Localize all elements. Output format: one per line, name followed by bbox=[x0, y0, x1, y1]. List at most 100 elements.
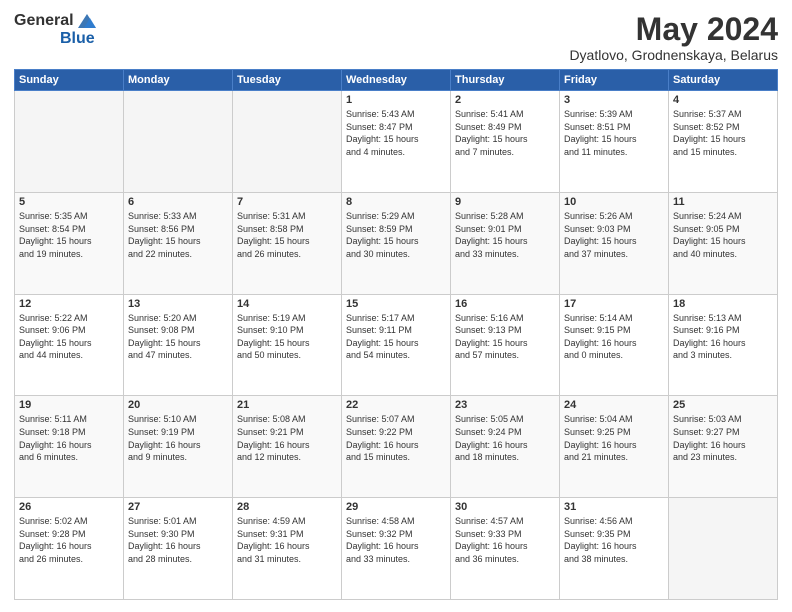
weekday-header: Tuesday bbox=[233, 70, 342, 91]
calendar-day-cell: 9Sunrise: 5:28 AM Sunset: 9:01 PM Daylig… bbox=[451, 192, 560, 294]
day-info: Sunrise: 5:22 AM Sunset: 9:06 PM Dayligh… bbox=[19, 312, 119, 362]
logo-text: General bbox=[14, 12, 98, 30]
calendar-day-cell: 27 Sunrise: 5:01 AM Sunset: 9:30 PM Dayli… bbox=[124, 498, 233, 600]
weekday-header: Thursday bbox=[451, 70, 560, 91]
day-info: Sunrise: 5:37 AM Sunset: 8:52 PM Dayligh… bbox=[673, 108, 773, 158]
calendar-week-row: 1Sunrise: 5:43 AM Sunset: 8:47 PM Daylig… bbox=[15, 91, 778, 193]
day-info: Sunrise: 5:41 AM Sunset: 8:49 PM Dayligh… bbox=[455, 108, 555, 158]
day-info: Sunrise: 4:56 AM Sunset: 9:35 PM Dayligh… bbox=[564, 515, 664, 565]
day-number: 3 bbox=[564, 94, 664, 106]
day-number: 7 bbox=[237, 196, 337, 208]
day-number: 16 bbox=[455, 298, 555, 310]
day-number: 1 bbox=[346, 94, 446, 106]
calendar-day-cell: 26 Sunrise: 5:02 AM Sunset: 9:28 PM Dayli… bbox=[15, 498, 124, 600]
day-number: 30 bbox=[455, 501, 555, 513]
calendar-day-cell: 18 Sunrise: 5:13 AM Sunset: 9:16 PM Dayli… bbox=[669, 294, 778, 396]
day-info: Sunrise: 5:01 AM Sunset: 9:30 PM Dayligh… bbox=[128, 515, 228, 565]
weekday-header: Sunday bbox=[15, 70, 124, 91]
day-number: 19 bbox=[19, 399, 119, 411]
day-number: 26 bbox=[19, 501, 119, 513]
calendar-day-cell: 15 Sunrise: 5:17 AM Sunset: 9:11 PM Dayli… bbox=[342, 294, 451, 396]
weekday-header: Saturday bbox=[669, 70, 778, 91]
calendar-day-cell: 10 Sunrise: 5:26 AM Sunset: 9:03 PM Dayli… bbox=[560, 192, 669, 294]
day-number: 18 bbox=[673, 298, 773, 310]
calendar-day-cell bbox=[669, 498, 778, 600]
day-number: 4 bbox=[673, 94, 773, 106]
day-number: 12 bbox=[19, 298, 119, 310]
day-number: 10 bbox=[564, 196, 664, 208]
calendar-week-row: 5Sunrise: 5:35 AM Sunset: 8:54 PM Daylig… bbox=[15, 192, 778, 294]
day-info: Sunrise: 5:17 AM Sunset: 9:11 PM Dayligh… bbox=[346, 312, 446, 362]
weekday-header: Wednesday bbox=[342, 70, 451, 91]
day-number: 14 bbox=[237, 298, 337, 310]
calendar-day-cell: 23Sunrise: 5:05 AM Sunset: 9:24 PM Dayli… bbox=[451, 396, 560, 498]
title-block: May 2024 Dyatlovo, Grodnenskaya, Belarus bbox=[569, 12, 778, 63]
day-info: Sunrise: 5:31 AM Sunset: 8:58 PM Dayligh… bbox=[237, 210, 337, 260]
day-info: Sunrise: 5:02 AM Sunset: 9:28 PM Dayligh… bbox=[19, 515, 119, 565]
calendar-day-cell: 28Sunrise: 4:59 AM Sunset: 9:31 PM Dayli… bbox=[233, 498, 342, 600]
calendar-header-row: SundayMondayTuesdayWednesdayThursdayFrid… bbox=[15, 70, 778, 91]
day-number: 20 bbox=[128, 399, 228, 411]
calendar-day-cell: 7 Sunrise: 5:31 AM Sunset: 8:58 PM Daylig… bbox=[233, 192, 342, 294]
day-number: 31 bbox=[564, 501, 664, 513]
logo: General Blue bbox=[14, 12, 98, 48]
calendar-day-cell: 2Sunrise: 5:41 AM Sunset: 8:49 PM Daylig… bbox=[451, 91, 560, 193]
day-number: 21 bbox=[237, 399, 337, 411]
day-number: 6 bbox=[128, 196, 228, 208]
day-info: Sunrise: 5:16 AM Sunset: 9:13 PM Dayligh… bbox=[455, 312, 555, 362]
calendar-day-cell: 20 Sunrise: 5:10 AM Sunset: 9:19 PM Dayli… bbox=[124, 396, 233, 498]
day-number: 29 bbox=[346, 501, 446, 513]
calendar-day-cell: 22 Sunrise: 5:07 AM Sunset: 9:22 PM Dayli… bbox=[342, 396, 451, 498]
day-number: 15 bbox=[346, 298, 446, 310]
calendar-day-cell: 24Sunrise: 5:04 AM Sunset: 9:25 PM Dayli… bbox=[560, 396, 669, 498]
day-number: 24 bbox=[564, 399, 664, 411]
calendar-week-row: 26 Sunrise: 5:02 AM Sunset: 9:28 PM Dayli… bbox=[15, 498, 778, 600]
header: General Blue May 2024 Dyatlovo, Grodnens… bbox=[14, 12, 778, 63]
calendar-day-cell: 6 Sunrise: 5:33 AM Sunset: 8:56 PM Daylig… bbox=[124, 192, 233, 294]
day-info: Sunrise: 5:08 AM Sunset: 9:21 PM Dayligh… bbox=[237, 413, 337, 463]
location: Dyatlovo, Grodnenskaya, Belarus bbox=[569, 47, 778, 63]
day-number: 5 bbox=[19, 196, 119, 208]
calendar-week-row: 19 Sunrise: 5:11 AM Sunset: 9:18 PM Dayli… bbox=[15, 396, 778, 498]
day-number: 22 bbox=[346, 399, 446, 411]
day-number: 11 bbox=[673, 196, 773, 208]
day-info: Sunrise: 5:24 AM Sunset: 9:05 PM Dayligh… bbox=[673, 210, 773, 260]
day-number: 9 bbox=[455, 196, 555, 208]
day-number: 25 bbox=[673, 399, 773, 411]
calendar-day-cell bbox=[233, 91, 342, 193]
day-info: Sunrise: 5:33 AM Sunset: 8:56 PM Dayligh… bbox=[128, 210, 228, 260]
calendar-day-cell: 12 Sunrise: 5:22 AM Sunset: 9:06 PM Dayli… bbox=[15, 294, 124, 396]
day-info: Sunrise: 4:57 AM Sunset: 9:33 PM Dayligh… bbox=[455, 515, 555, 565]
day-info: Sunrise: 5:10 AM Sunset: 9:19 PM Dayligh… bbox=[128, 413, 228, 463]
calendar-day-cell: 4 Sunrise: 5:37 AM Sunset: 8:52 PM Daylig… bbox=[669, 91, 778, 193]
calendar-day-cell: 3Sunrise: 5:39 AM Sunset: 8:51 PM Daylig… bbox=[560, 91, 669, 193]
calendar-day-cell: 21 Sunrise: 5:08 AM Sunset: 9:21 PM Dayli… bbox=[233, 396, 342, 498]
day-number: 17 bbox=[564, 298, 664, 310]
month-title: May 2024 bbox=[569, 12, 778, 47]
day-info: Sunrise: 5:07 AM Sunset: 9:22 PM Dayligh… bbox=[346, 413, 446, 463]
day-number: 27 bbox=[128, 501, 228, 513]
weekday-header: Friday bbox=[560, 70, 669, 91]
day-info: Sunrise: 5:13 AM Sunset: 9:16 PM Dayligh… bbox=[673, 312, 773, 362]
logo-general: General bbox=[14, 12, 74, 30]
calendar-day-cell bbox=[124, 91, 233, 193]
calendar-day-cell: 25 Sunrise: 5:03 AM Sunset: 9:27 PM Dayli… bbox=[669, 396, 778, 498]
day-number: 8 bbox=[346, 196, 446, 208]
calendar-day-cell: 13Sunrise: 5:20 AM Sunset: 9:08 PM Dayli… bbox=[124, 294, 233, 396]
calendar-day-cell: 30 Sunrise: 4:57 AM Sunset: 9:33 PM Dayli… bbox=[451, 498, 560, 600]
calendar-day-cell: 19 Sunrise: 5:11 AM Sunset: 9:18 PM Dayli… bbox=[15, 396, 124, 498]
page: General Blue May 2024 Dyatlovo, Grodnens… bbox=[0, 0, 792, 612]
day-info: Sunrise: 4:59 AM Sunset: 9:31 PM Dayligh… bbox=[237, 515, 337, 565]
day-info: Sunrise: 5:03 AM Sunset: 9:27 PM Dayligh… bbox=[673, 413, 773, 463]
calendar-day-cell: 14 Sunrise: 5:19 AM Sunset: 9:10 PM Dayli… bbox=[233, 294, 342, 396]
logo-icon bbox=[76, 12, 98, 30]
calendar-day-cell: 16 Sunrise: 5:16 AM Sunset: 9:13 PM Dayli… bbox=[451, 294, 560, 396]
calendar-day-cell: 11 Sunrise: 5:24 AM Sunset: 9:05 PM Dayli… bbox=[669, 192, 778, 294]
day-info: Sunrise: 5:14 AM Sunset: 9:15 PM Dayligh… bbox=[564, 312, 664, 362]
day-info: Sunrise: 5:19 AM Sunset: 9:10 PM Dayligh… bbox=[237, 312, 337, 362]
calendar-week-row: 12 Sunrise: 5:22 AM Sunset: 9:06 PM Dayli… bbox=[15, 294, 778, 396]
day-info: Sunrise: 5:26 AM Sunset: 9:03 PM Dayligh… bbox=[564, 210, 664, 260]
day-number: 23 bbox=[455, 399, 555, 411]
day-info: Sunrise: 5:11 AM Sunset: 9:18 PM Dayligh… bbox=[19, 413, 119, 463]
calendar-day-cell: 29Sunrise: 4:58 AM Sunset: 9:32 PM Dayli… bbox=[342, 498, 451, 600]
